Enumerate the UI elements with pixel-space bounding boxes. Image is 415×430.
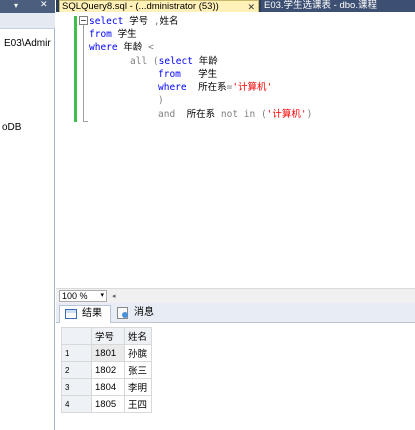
scroll-left-icon[interactable]: ◂ — [112, 292, 116, 300]
tab-results[interactable]: 结果 — [59, 305, 111, 323]
tab-student-course-table[interactable]: E03.学生选课表 - dbo.课程 — [261, 0, 415, 12]
grid-cell[interactable]: 王四 — [124, 395, 152, 413]
outline-line — [83, 25, 84, 122]
grid-cell[interactable]: 李明 — [124, 378, 152, 396]
column-header[interactable]: 学号 — [91, 327, 125, 345]
results-grid: 学号 姓名 1 1801 孙膑 2 1802 张三 3 1804 李明 4 18… — [61, 327, 152, 413]
table-row: 3 1804 李明 — [61, 378, 152, 396]
grid-cell[interactable]: 张三 — [124, 361, 152, 379]
code-line-1: select 学号 ,姓名 — [89, 16, 179, 27]
query-editor[interactable]: − select 学号 ,姓名 from 学生 where 年龄 < all (… — [56, 12, 415, 288]
change-indicator-bar — [74, 16, 77, 122]
outline-line-end — [83, 121, 88, 122]
tab-results-label: 结果 — [82, 308, 102, 319]
object-explorer-panel: ▾ ✕ E03\Admir oDB — [0, 0, 55, 430]
results-grid-pane: 学号 姓名 1 1801 孙膑 2 1802 张三 3 1804 李明 4 18… — [56, 323, 415, 430]
code-line-4: all (select 年龄 — [130, 56, 218, 67]
messages-icon — [117, 307, 128, 319]
zoom-select[interactable]: 100 % ▾ — [59, 290, 107, 302]
table-row: 4 1805 王四 — [61, 395, 152, 413]
code-line-3: where 年龄 < — [89, 42, 154, 53]
grid-cell[interactable]: 1805 — [91, 395, 125, 413]
chevron-down-icon[interactable]: ▾ — [100, 291, 104, 301]
grid-cell[interactable]: 1804 — [91, 378, 125, 396]
row-number[interactable]: 1 — [61, 344, 92, 362]
close-icon[interactable]: ✕ — [40, 0, 48, 10]
table-row: 2 1802 张三 — [61, 361, 152, 379]
object-explorer-header: ▾ ✕ — [0, 0, 55, 13]
tab-label: SQLQuery8.sql - (...dministrator (53)) — [62, 1, 219, 12]
tab-sqlquery8[interactable]: SQLQuery8.sql - (...dministrator (53)) ✕ — [59, 0, 259, 12]
document-tab-strip: SQLQuery8.sql - (...dministrator (53)) ✕… — [56, 0, 415, 12]
database-node[interactable]: oDB — [2, 122, 21, 133]
row-number[interactable]: 4 — [61, 395, 92, 413]
code-line-7: ) — [158, 95, 164, 106]
table-row: 1 1801 孙膑 — [61, 344, 152, 362]
tab-close-icon[interactable]: ✕ — [247, 1, 255, 12]
grid-cell[interactable]: 1801 — [91, 344, 125, 362]
code-line-8: and 所在系 not in ('计算机') — [158, 109, 313, 120]
tab-messages-label: 消息 — [134, 307, 154, 318]
editor-status-bar: 100 % ▾ ◂ — [56, 288, 415, 303]
pin-icon[interactable]: ▾ — [14, 1, 18, 10]
code-line-6: where 所在系='计算机' — [158, 82, 273, 93]
object-explorer-toolbar — [0, 13, 55, 29]
results-tab-strip: 结果 消息 — [56, 303, 415, 323]
grid-cell[interactable]: 孙膑 — [124, 344, 152, 362]
zoom-value: 100 % — [62, 291, 88, 301]
grid-cell[interactable]: 1802 — [91, 361, 125, 379]
server-node[interactable]: E03\Admir — [4, 38, 51, 49]
grid-icon — [65, 309, 77, 319]
tab-messages[interactable]: 消息 — [112, 305, 164, 323]
row-header-corner[interactable] — [61, 327, 92, 345]
grid-header-row: 学号 姓名 — [61, 327, 152, 345]
row-number[interactable]: 2 — [61, 361, 92, 379]
collapse-icon[interactable]: − — [79, 16, 88, 25]
ssms-window: ▾ ✕ E03\Admir oDB SQLQuery8.sql - (...dm… — [0, 0, 415, 430]
code-line-2: from 学生 — [89, 29, 137, 40]
column-header[interactable]: 姓名 — [124, 327, 152, 345]
tab-label: E03.学生选课表 - dbo.课程 — [264, 0, 377, 11]
code-line-5: from 学生 — [158, 69, 218, 80]
row-number[interactable]: 3 — [61, 378, 92, 396]
